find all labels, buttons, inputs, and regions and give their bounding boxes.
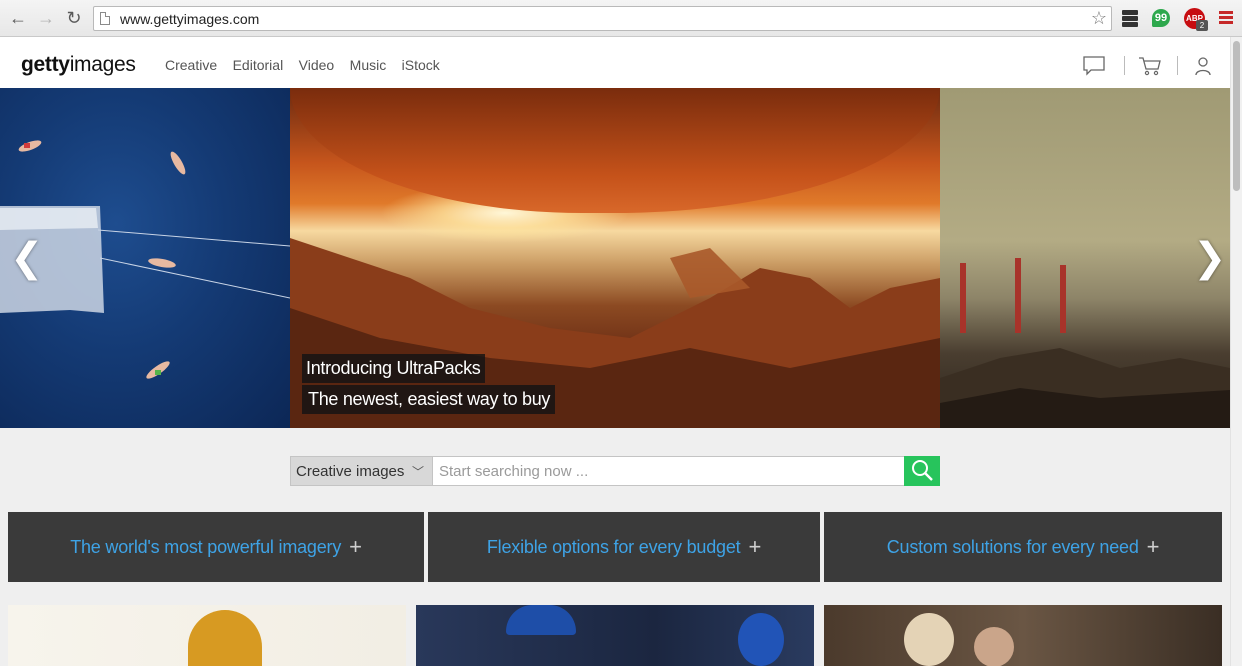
search-bar: Creative images ﹀ [290,456,940,486]
plus-icon: + [1146,534,1160,559]
search-category-label: Creative images [296,463,405,480]
site-header: gettyimages Creative Editorial Video Mus… [0,37,1230,88]
bookmark-star-icon[interactable]: ☆ [1091,8,1107,29]
nav-music[interactable]: Music [350,57,387,73]
feature-image-office[interactable] [824,605,1222,666]
reload-icon[interactable]: ↻ [64,8,84,28]
value-prop-label: The world's most powerful imagery [70,537,342,557]
search-icon [912,459,933,481]
carousel-slide-next[interactable] [940,88,1230,428]
baseball-cap-shape [506,605,576,635]
header-divider [1177,56,1178,75]
getty-logo[interactable]: gettyimages [21,53,136,77]
page-icon [100,12,110,25]
hero-caption-line2[interactable]: The newest, easiest way to buy [302,385,556,414]
cart-icon[interactable] [1138,56,1162,76]
search-input[interactable] [433,456,905,486]
user-account-icon[interactable] [1195,56,1211,76]
value-props: The world's most powerful imagery + Flexi… [8,512,1222,582]
value-prop-label: Flexible options for every budget [486,537,741,557]
header-divider [1124,56,1125,75]
value-prop-imagery[interactable]: The world's most powerful imagery + [8,512,424,582]
feature-image-beanie[interactable] [8,605,406,666]
search-category-select[interactable]: Creative images ﹀ [290,456,433,486]
address-bar[interactable]: www.gettyimages.com ☆ [93,6,1112,31]
scrollbar-thumb[interactable] [1233,41,1240,191]
back-arrow-icon[interactable]: ← [8,8,28,28]
carousel-slide-current[interactable]: Introducing UltraPacks The newest, easie… [290,88,940,428]
adblock-count-badge: 2 [1196,20,1208,31]
rocky-shore-image [940,348,1230,428]
person-shape [904,613,954,666]
nav-creative[interactable]: Creative [165,57,217,73]
url-text[interactable]: www.gettyimages.com [120,11,259,27]
beanie-shape [188,610,262,666]
hangouts-extension-icon[interactable]: 99 [1152,9,1170,27]
logo-light-text: images [69,53,136,76]
search-button[interactable] [904,456,940,486]
browser-toolbar: ← → ↻ www.gettyimages.com ☆ 99 ABP 2 [0,0,1242,37]
chat-icon[interactable] [1083,56,1105,76]
page-scrollbar[interactable] [1230,37,1242,666]
hero-caption-line1[interactable]: Introducing UltraPacks [302,354,486,383]
layers-extension-icon[interactable] [1120,8,1140,28]
nav-video[interactable]: Video [299,57,335,73]
plus-icon: + [748,534,762,559]
main-nav: Creative Editorial Video Music iStock [165,57,451,75]
logo-bold-text: getty [21,53,70,76]
nav-istock[interactable]: iStock [402,57,440,73]
hero-carousel: Introducing UltraPacks The newest, easie… [0,88,1230,428]
forward-arrow-icon[interactable]: → [36,8,56,28]
batting-helmet-shape [738,613,784,666]
carousel-next-button[interactable]: ❯ [1193,238,1227,278]
value-prop-custom[interactable]: Custom solutions for every need + [824,512,1222,582]
plus-icon: + [349,534,362,559]
value-prop-label: Custom solutions for every need [886,537,1139,557]
nav-editorial[interactable]: Editorial [233,57,284,73]
carousel-prev-button[interactable]: ❮ [10,238,44,278]
chevron-down-icon: ﹀ [411,465,424,479]
browser-menu-icon[interactable] [1219,11,1233,26]
value-prop-budget[interactable]: Flexible options for every budget + [428,512,820,582]
person-shape [974,627,1014,666]
feature-image-baseball[interactable] [416,605,814,666]
